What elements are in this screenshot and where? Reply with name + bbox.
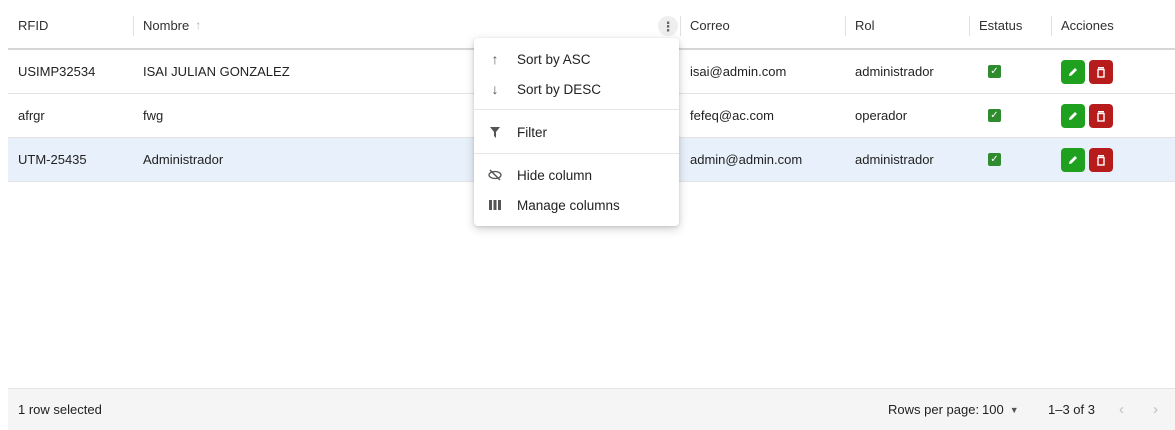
cell-correo: admin@admin.com <box>690 152 803 167</box>
pencil-icon <box>1069 67 1077 76</box>
rows-per-page-label: Rows per page: <box>888 402 980 417</box>
checkbox-checked-icon: ✓ <box>988 153 1001 166</box>
eye-off-icon <box>487 169 503 181</box>
menu-item-label: Sort by DESC <box>517 81 602 97</box>
column-header-rol[interactable]: Rol <box>845 2 969 48</box>
grid-footer: 1 row selected Rows per page: 100 ▼ 1–3 … <box>8 388 1175 430</box>
menu-item-label: Manage columns <box>517 197 620 213</box>
cell-rfid: USIMP32534 <box>18 64 96 79</box>
cell-acciones <box>1051 50 1175 93</box>
column-menu: ↑ Sort by ASC ↓ Sort by DESC Filter Hide… <box>474 38 679 226</box>
caret-down-icon: ▼ <box>1009 404 1019 415</box>
cell-estatus: ✓ <box>969 94 1051 137</box>
arrow-down-icon: ↓ <box>491 81 499 97</box>
kebab-icon[interactable]: ⋮ <box>658 16 678 36</box>
menu-item-sort-desc[interactable]: ↓ Sort by DESC <box>474 74 679 104</box>
delete-button[interactable] <box>1089 147 1113 172</box>
cell-acciones <box>1051 138 1175 181</box>
columns-icon <box>487 200 503 210</box>
edit-button[interactable] <box>1061 147 1085 172</box>
trash-icon <box>1097 154 1105 166</box>
cell-rol: administrador <box>855 152 934 167</box>
menu-divider <box>474 153 679 154</box>
menu-item-label: Hide column <box>517 167 593 183</box>
rows-per-page-value: 100 <box>982 402 1004 417</box>
selected-rows-count: 1 row selected <box>18 402 102 417</box>
column-header-label: Estatus <box>979 17 1023 33</box>
pencil-icon <box>1069 155 1077 164</box>
pencil-icon <box>1069 111 1077 120</box>
menu-item-filter[interactable]: Filter <box>474 117 679 147</box>
column-header-label: Acciones <box>1061 17 1114 33</box>
column-header-label: Correo <box>690 17 730 33</box>
arrow-up-icon[interactable]: ↑ <box>195 18 201 32</box>
menu-item-sort-asc[interactable]: ↑ Sort by ASC <box>474 44 679 74</box>
page-range: 1–3 of 3 <box>1048 402 1095 417</box>
rows-per-page-select[interactable]: 100 ▼ <box>982 389 1019 430</box>
cell-rol: operador <box>855 108 908 123</box>
cell-correo: fefeq@ac.com <box>690 108 775 123</box>
cell-nombre: Administrador <box>143 152 224 167</box>
next-page-icon[interactable]: › <box>1153 389 1158 430</box>
column-header-label: Rol <box>855 17 875 33</box>
menu-divider <box>474 109 679 110</box>
menu-item-hide-column[interactable]: Hide column <box>474 160 679 190</box>
cell-acciones <box>1051 94 1175 137</box>
cell-nombre: fwg <box>143 108 164 123</box>
checkbox-checked-icon: ✓ <box>988 65 1001 78</box>
menu-item-label: Sort by ASC <box>517 51 591 67</box>
cell-rol: administrador <box>855 64 934 79</box>
cell-nombre: ISAI JULIAN GONZALEZ <box>143 64 290 79</box>
column-header-correo[interactable]: Correo <box>680 2 845 48</box>
cell-estatus: ✓ <box>969 138 1051 181</box>
trash-icon <box>1097 66 1105 78</box>
menu-item-label: Filter <box>517 124 547 140</box>
menu-item-manage-columns[interactable]: Manage columns <box>474 190 679 220</box>
delete-button[interactable] <box>1089 103 1113 128</box>
filter-icon <box>487 126 503 138</box>
delete-button[interactable] <box>1089 59 1113 84</box>
column-header-acciones: Acciones <box>1051 2 1175 48</box>
cell-rfid: afrgr <box>18 108 45 123</box>
edit-button[interactable] <box>1061 103 1085 128</box>
cell-rfid: UTM-25435 <box>18 152 87 167</box>
previous-page-icon[interactable]: ‹ <box>1119 389 1124 430</box>
trash-icon <box>1097 110 1105 122</box>
checkbox-checked-icon: ✓ <box>988 109 1001 122</box>
column-header-label: RFID <box>18 17 49 33</box>
column-header-estatus[interactable]: Estatus <box>969 2 1051 48</box>
column-header-rfid[interactable]: RFID <box>8 2 133 48</box>
cell-estatus: ✓ <box>969 50 1051 93</box>
arrow-up-icon: ↑ <box>491 51 499 67</box>
column-header-label: Nombre <box>143 17 190 33</box>
edit-button[interactable] <box>1061 59 1085 84</box>
cell-correo: isai@admin.com <box>690 64 787 79</box>
